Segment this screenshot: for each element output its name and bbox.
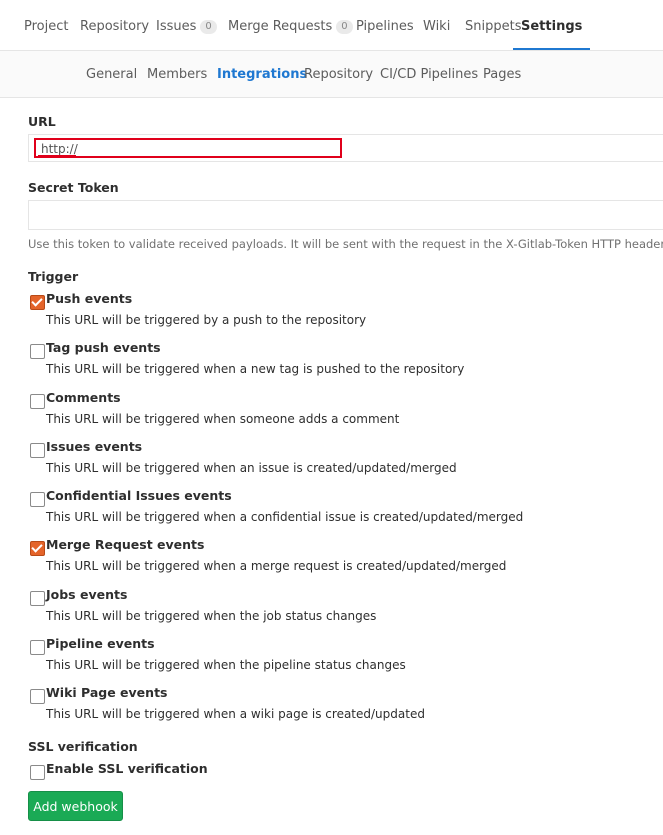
trigger-tag-push-events: Tag push events This URL will be trigger… <box>28 340 648 384</box>
trigger-title: Merge Request events <box>46 537 205 552</box>
secret-token-help: Use this token to validate received payl… <box>28 237 663 251</box>
trigger-title: Push events <box>46 291 133 306</box>
trigger-issues-events: Issues events This URL will be triggered… <box>28 439 648 483</box>
trigger-description: This URL will be triggered when the job … <box>46 609 377 623</box>
merge-request-events-checkbox[interactable] <box>30 541 45 556</box>
issues-events-checkbox[interactable] <box>30 443 45 458</box>
tab-project[interactable]: Project <box>24 0 68 50</box>
tab-label: Merge Requests <box>228 19 333 34</box>
trigger-confidential-issues-events: Confidential Issues events This URL will… <box>28 488 648 532</box>
enable-ssl-verification-checkbox[interactable] <box>30 765 45 780</box>
tab-label: Issues <box>156 19 197 34</box>
confidential-issues-events-checkbox[interactable] <box>30 492 45 507</box>
trigger-pipeline-events: Pipeline events This URL will be trigger… <box>28 636 648 680</box>
tab-repository[interactable]: Repository <box>80 0 149 50</box>
trigger-label: Trigger <box>28 269 79 284</box>
tab-wiki[interactable]: Wiki <box>423 0 450 50</box>
url-input[interactable] <box>28 134 663 162</box>
sub-nav: General Members Integrations Repository … <box>0 51 663 98</box>
trigger-description: This URL will be triggered when an issue… <box>46 461 457 475</box>
trigger-title: Wiki Page events <box>46 685 168 700</box>
url-input-value: http:// <box>41 142 78 156</box>
tab-merge-requests[interactable]: Merge Requests 0 <box>228 0 353 50</box>
tab-pipelines[interactable]: Pipelines <box>356 0 414 50</box>
issues-count-badge: 0 <box>200 20 217 34</box>
subtab-ci-cd-pipelines[interactable]: CI/CD Pipelines <box>380 51 478 97</box>
trigger-description: This URL will be triggered when a confid… <box>46 510 524 524</box>
trigger-title: Tag push events <box>46 340 161 355</box>
jobs-events-checkbox[interactable] <box>30 591 45 606</box>
subtab-label: General <box>86 67 138 82</box>
subtab-members[interactable]: Members <box>147 51 207 97</box>
ssl-verification-option: Enable SSL verification <box>28 761 648 783</box>
subtab-label: CI/CD Pipelines <box>380 67 479 82</box>
trigger-description: This URL will be triggered when a new ta… <box>46 362 465 376</box>
secret-token-label: Secret Token <box>28 180 119 195</box>
subtab-general[interactable]: General <box>86 51 137 97</box>
subtab-label: Members <box>147 67 208 82</box>
tag-push-events-checkbox[interactable] <box>30 344 45 359</box>
tab-label: Settings <box>521 19 583 34</box>
trigger-description: This URL will be triggered when a merge … <box>46 559 507 573</box>
tab-label: Repository <box>80 19 150 34</box>
wiki-page-events-checkbox[interactable] <box>30 689 45 704</box>
tab-label: Wiki <box>423 19 451 34</box>
subtab-label: Repository <box>304 67 374 82</box>
trigger-title: Issues events <box>46 439 143 454</box>
comments-checkbox[interactable] <box>30 394 45 409</box>
trigger-description: This URL will be triggered when someone … <box>46 412 400 426</box>
url-label: URL <box>28 114 56 129</box>
top-nav: Project Repository Issues 0 Merge Request… <box>0 0 663 51</box>
subtab-pages[interactable]: Pages <box>483 51 521 97</box>
merge-requests-count-badge: 0 <box>336 20 353 34</box>
subtab-label: Integrations <box>217 67 308 82</box>
secret-token-input[interactable] <box>28 200 663 230</box>
trigger-merge-request-events: Merge Request events This URL will be tr… <box>28 537 648 581</box>
url-spellcheck-underline <box>38 155 76 156</box>
tab-label: Pipelines <box>356 19 414 34</box>
tab-label: Project <box>24 19 69 34</box>
trigger-description: This URL will be triggered when the pipe… <box>46 658 406 672</box>
ssl-verification-label: SSL verification <box>28 739 138 754</box>
subtab-label: Pages <box>483 67 522 82</box>
subtab-integrations[interactable]: Integrations <box>217 51 307 97</box>
pipeline-events-checkbox[interactable] <box>30 640 45 655</box>
trigger-title: Comments <box>46 390 121 405</box>
add-webhook-button[interactable]: Add webhook <box>28 791 123 821</box>
trigger-title: Confidential Issues events <box>46 488 232 503</box>
trigger-description: This URL will be triggered when a wiki p… <box>46 707 425 721</box>
trigger-jobs-events: Jobs events This URL will be triggered w… <box>28 587 648 631</box>
trigger-description: This URL will be triggered by a push to … <box>46 313 367 327</box>
trigger-push-events: Push events This URL will be triggered b… <box>28 291 648 335</box>
trigger-title: Jobs events <box>46 587 128 602</box>
trigger-comments: Comments This URL will be triggered when… <box>28 390 648 434</box>
tab-issues[interactable]: Issues 0 <box>156 0 217 50</box>
subtab-repository[interactable]: Repository <box>304 51 373 97</box>
trigger-title: Pipeline events <box>46 636 155 651</box>
trigger-wiki-page-events: Wiki Page events This URL will be trigge… <box>28 685 648 729</box>
ssl-option-title: Enable SSL verification <box>46 761 208 776</box>
push-events-checkbox[interactable] <box>30 295 45 310</box>
tab-settings[interactable]: Settings <box>513 0 591 50</box>
